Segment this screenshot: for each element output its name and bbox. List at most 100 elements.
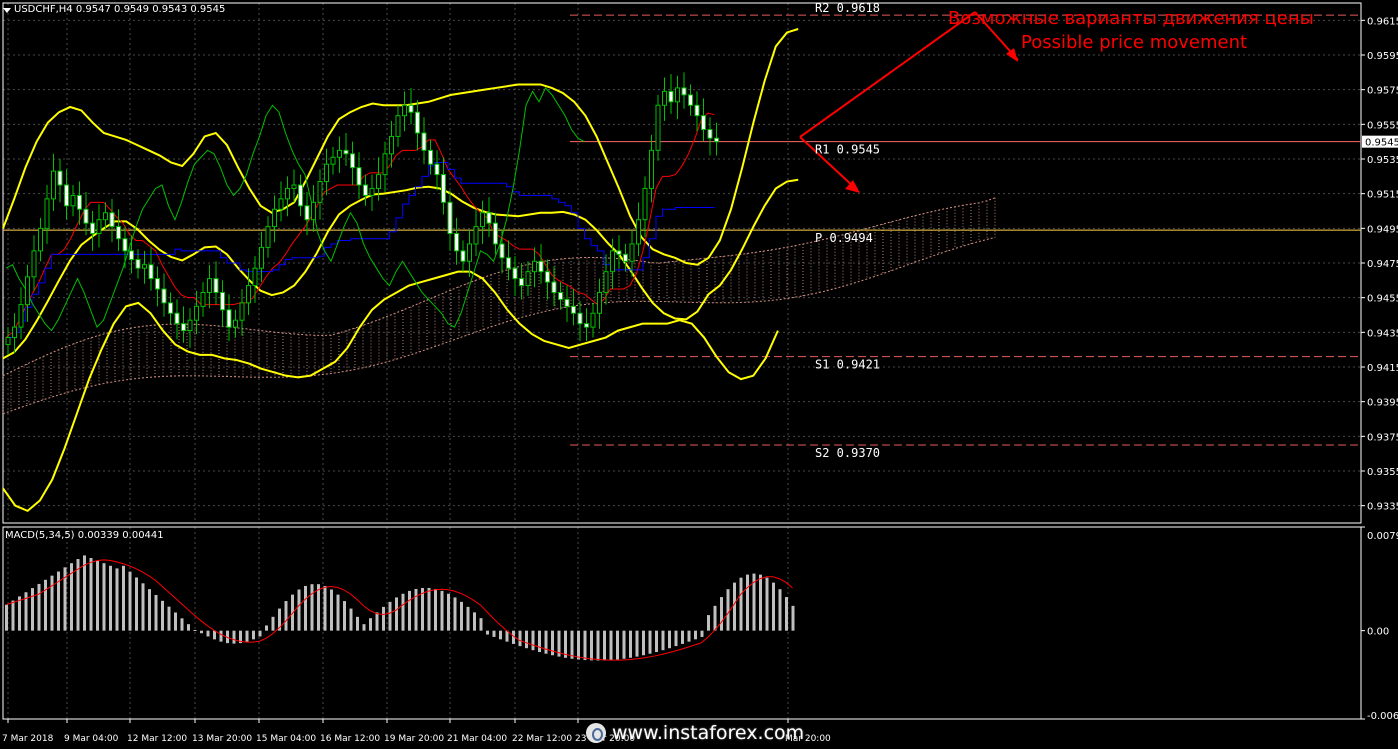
candle — [610, 250, 615, 273]
macd-bar — [700, 630, 704, 637]
macd-bar — [187, 624, 190, 631]
macd-bar — [447, 593, 450, 631]
macd-bar — [44, 579, 47, 631]
level-label-s2: S2 0.9370 — [815, 446, 880, 460]
candle — [135, 259, 141, 269]
macd-bar — [206, 630, 210, 637]
macd-bar — [648, 630, 652, 654]
macd-bar — [265, 625, 268, 631]
level-labels: R2 0.9618 R1 0.9545 P 0.9494 S1 0.9421 S2 0.… — [815, 1, 880, 460]
candle — [168, 302, 173, 314]
candle — [96, 219, 102, 235]
candle — [239, 302, 245, 321]
candle — [616, 250, 622, 255]
macd-pane-frame — [2, 526, 1362, 720]
candle — [460, 250, 466, 262]
candle — [220, 291, 225, 311]
candle — [174, 312, 180, 325]
macd-bar — [642, 630, 645, 656]
macd-bar — [330, 589, 333, 631]
macd-bar — [733, 582, 736, 631]
level-label-r2: R2 0.9618 — [815, 1, 880, 15]
candle — [389, 135, 394, 155]
macd-bar — [765, 577, 769, 631]
annotation-ru: Возможные варианты движения цены — [948, 8, 1314, 29]
macd-bar — [369, 618, 372, 631]
candle — [428, 149, 433, 165]
candle — [252, 267, 258, 287]
candle — [200, 291, 206, 307]
macd-bar — [161, 600, 164, 631]
candle — [512, 267, 518, 280]
candle — [109, 212, 115, 228]
candle — [324, 163, 329, 183]
macd-bar — [11, 600, 15, 631]
macd-pane — [5, 555, 795, 661]
macd-bar — [427, 587, 431, 631]
macd-bar — [655, 630, 658, 653]
candle — [564, 298, 570, 307]
candle — [623, 253, 628, 262]
macd-bar — [661, 630, 665, 651]
candle — [597, 291, 602, 314]
candle — [376, 174, 381, 189]
candle — [57, 170, 63, 186]
candle — [12, 326, 17, 339]
candle — [369, 187, 375, 196]
candle — [363, 184, 368, 196]
macd-bar — [596, 630, 600, 661]
candle — [571, 305, 576, 314]
candle — [421, 132, 427, 151]
macd-bar — [421, 587, 424, 631]
x-tick-label: 21 Mar 04:00 — [447, 734, 507, 744]
direction-arrows — [799, 11, 1019, 193]
symbol-label: USDCHF,H4 0.9547 0.9549 0.9543 0.9545 — [14, 4, 226, 15]
candle — [31, 250, 37, 278]
macd-bar — [245, 630, 249, 642]
macd-y-tick-label: 0.00 — [1367, 627, 1389, 638]
macd-bar — [629, 630, 632, 658]
pivot-levels — [3, 14, 1361, 446]
level-label-r1: R1 0.9545 — [815, 143, 880, 157]
candle — [434, 163, 440, 176]
macd-bar — [739, 577, 743, 631]
candle — [129, 250, 134, 261]
candle — [207, 278, 212, 293]
candle — [519, 278, 524, 287]
y-tick-label: 0.9515 — [1367, 190, 1398, 201]
y-tick-label: 0.9415 — [1367, 363, 1398, 374]
level-label-p: P 0.9494 — [815, 231, 873, 245]
macd-bar — [635, 630, 639, 657]
y-tick-label: 0.9595 — [1367, 51, 1398, 62]
macd-bar — [83, 555, 86, 631]
y-tick-label: 0.9575 — [1367, 86, 1398, 97]
candle — [402, 104, 407, 117]
symbol-dropdown-icon[interactable] — [3, 8, 11, 13]
x-tick-label: 16 Mar 12:00 — [320, 734, 380, 744]
macd-bar — [499, 630, 502, 640]
x-tick-label: 9 Mar 04:00 — [64, 734, 119, 744]
candle — [259, 246, 264, 269]
candle — [480, 212, 485, 228]
candle — [395, 115, 401, 137]
candle — [473, 226, 479, 245]
candle — [18, 304, 24, 328]
candle — [356, 167, 362, 186]
macd-bar — [219, 630, 223, 642]
y-tick-label: 0.9395 — [1367, 398, 1398, 409]
macd-bar — [603, 630, 606, 661]
macd-bar — [115, 568, 119, 631]
candle — [454, 233, 459, 252]
macd-bar — [791, 605, 795, 631]
macd-bar — [544, 630, 548, 654]
macd-bar — [590, 630, 593, 661]
macd-bar — [37, 583, 41, 631]
macd-bar — [18, 596, 21, 631]
candle — [330, 156, 336, 165]
macd-bar — [720, 597, 723, 631]
candle — [532, 260, 537, 273]
candle — [187, 319, 193, 332]
candle — [642, 187, 648, 221]
bollinger-upper-line — [2, 28, 799, 266]
macd-label: MACD(5,34,5) 0.00339 0.00441 — [5, 530, 164, 541]
